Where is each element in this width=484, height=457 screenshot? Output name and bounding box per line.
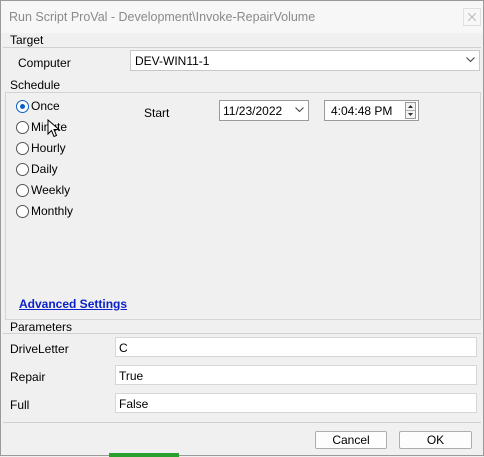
- taskbar-highlight: [109, 453, 179, 457]
- title-bar: Run Script ProVal - Development\Invoke-R…: [1, 1, 483, 33]
- radio-indicator: [16, 163, 29, 176]
- chevron-down-icon: [466, 57, 475, 63]
- param-label: DriveLetter: [10, 342, 69, 356]
- schedule-group: [5, 92, 481, 320]
- close-icon: [468, 13, 476, 21]
- footer-separator: [3, 422, 481, 423]
- run-script-dialog: Run Script ProVal - Development\Invoke-R…: [0, 0, 484, 457]
- radio-label: Weekly: [31, 183, 71, 197]
- radio-label: Once: [31, 99, 60, 113]
- spin-down-button[interactable]: [406, 111, 415, 118]
- computer-select[interactable]: DEV-WIN11-1: [130, 50, 480, 71]
- radio-indicator: [16, 121, 29, 134]
- window-title: Run Script ProVal - Development\Invoke-R…: [9, 10, 316, 24]
- radio-label: Daily: [31, 162, 58, 176]
- spin-up-button[interactable]: [406, 103, 415, 111]
- schedule-section-label: Schedule: [10, 78, 61, 92]
- param-label: Full: [10, 398, 30, 412]
- close-button[interactable]: [463, 8, 481, 26]
- param-value: C: [119, 341, 128, 355]
- radio-indicator: [16, 142, 29, 155]
- start-date-value: 11/23/2022: [223, 104, 283, 118]
- drive-letter-field[interactable]: C: [115, 337, 477, 357]
- repair-field[interactable]: True: [115, 365, 477, 385]
- radio-indicator: [16, 100, 29, 113]
- target-separator: [3, 47, 481, 48]
- ok-button[interactable]: OK: [399, 431, 472, 449]
- parameters-separator: [3, 333, 481, 334]
- parameters-section-label: Parameters: [10, 320, 73, 334]
- radio-indicator: [16, 205, 29, 218]
- computer-label: Computer: [18, 56, 71, 70]
- radio-label: Hourly: [31, 141, 66, 155]
- arrow-down-icon: [408, 113, 413, 116]
- time-spinner: [405, 102, 416, 119]
- radio-indicator: [16, 184, 29, 197]
- param-label: Repair: [10, 370, 46, 384]
- cancel-button[interactable]: Cancel: [315, 431, 387, 449]
- computer-select-value: DEV-WIN11-1: [135, 54, 210, 68]
- start-date-picker[interactable]: 11/23/2022: [219, 100, 309, 121]
- param-value: True: [119, 369, 144, 383]
- target-section-label: Target: [10, 33, 44, 47]
- arrow-up-icon: [408, 105, 413, 108]
- start-label: Start: [144, 106, 170, 120]
- full-field[interactable]: False: [115, 393, 477, 413]
- advanced-settings-link[interactable]: Advanced Settings: [19, 297, 127, 311]
- chevron-down-icon: [295, 107, 304, 113]
- radio-label: Monthly: [31, 204, 74, 218]
- start-time-picker[interactable]: 4:04:48 PM: [324, 100, 419, 121]
- start-time-value: 4:04:48 PM: [331, 104, 393, 118]
- param-value: False: [119, 397, 149, 411]
- mouse-cursor-icon: [47, 119, 60, 138]
